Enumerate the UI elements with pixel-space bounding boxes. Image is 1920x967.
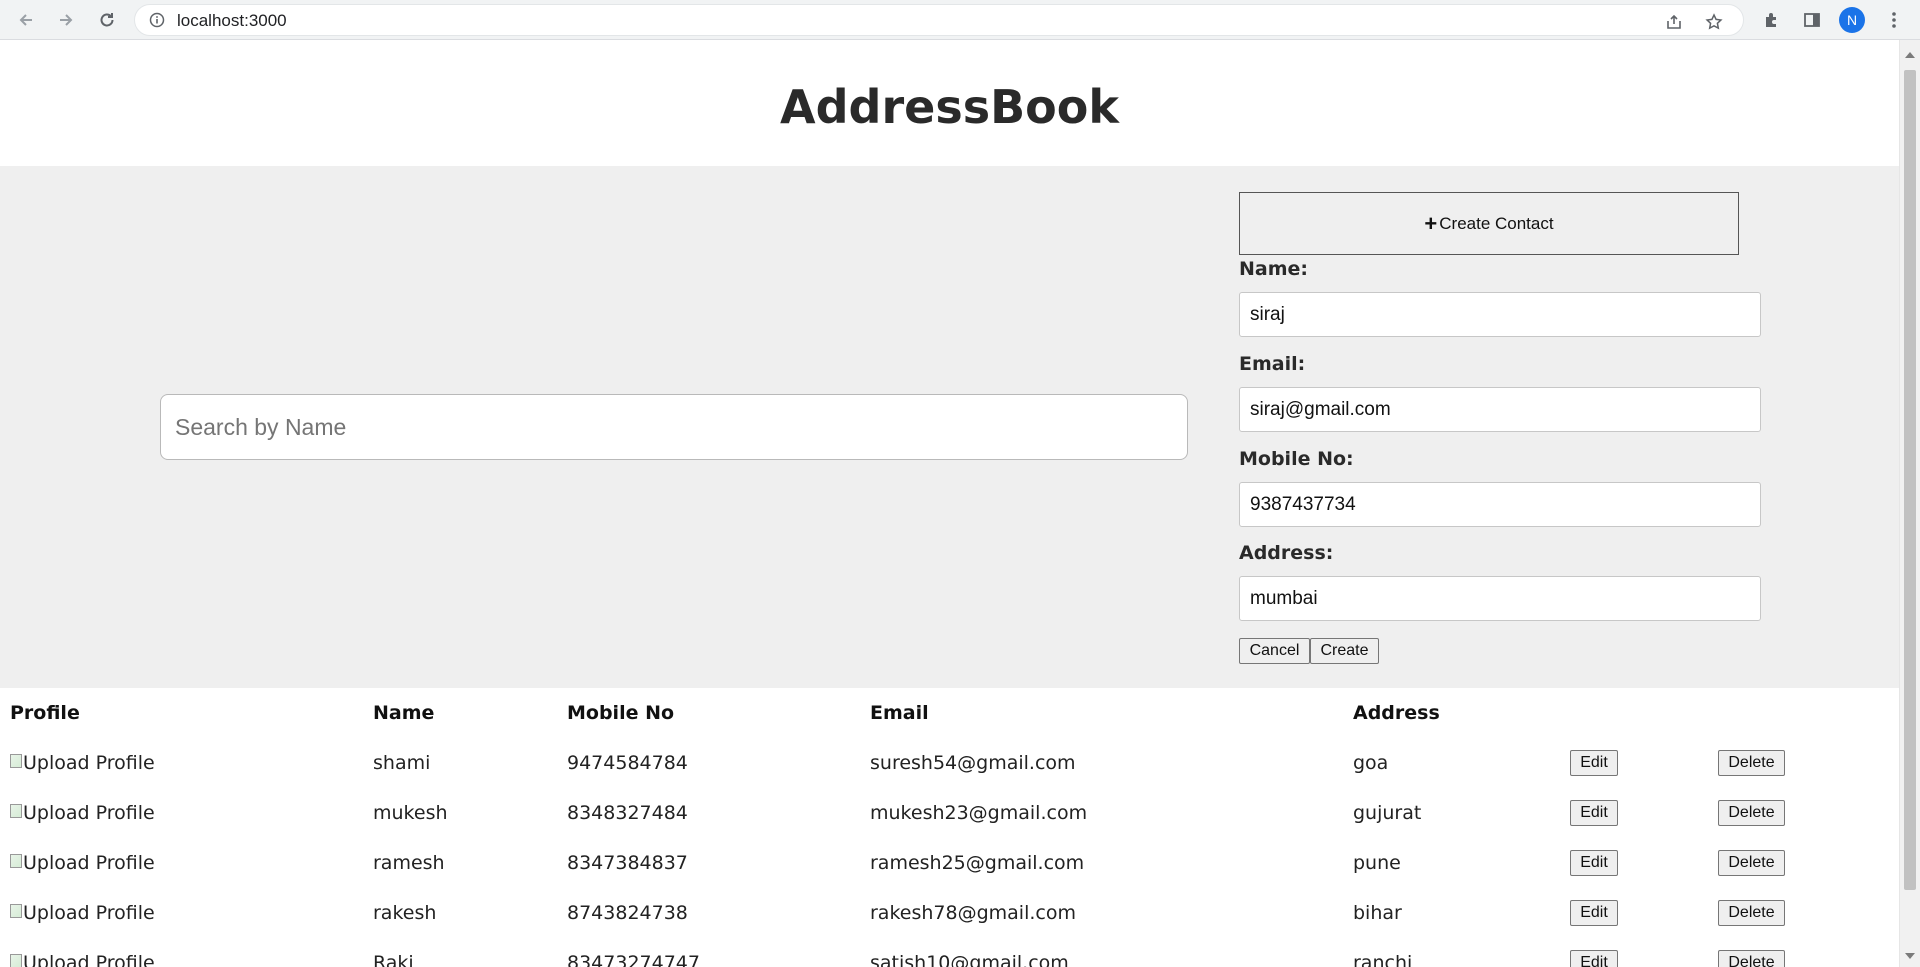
profile-avatar[interactable]: N	[1839, 7, 1865, 33]
edit-button[interactable]: Edit	[1570, 850, 1618, 876]
cell-address: pune	[1353, 852, 1401, 874]
page-title: AddressBook	[780, 80, 1119, 134]
profile-alt-text: Upload Profile	[23, 952, 155, 967]
cell-email: satish10@gmail.com	[870, 952, 1069, 967]
email-label: Email:	[1239, 353, 1306, 375]
header-profile: Profile	[10, 702, 80, 724]
broken-image-icon	[10, 854, 22, 868]
profile-alt-text: Upload Profile	[23, 752, 155, 774]
profile-alt-text: Upload Profile	[23, 802, 155, 824]
cell-email: suresh54@gmail.com	[870, 752, 1076, 774]
cell-mobile: 83473274747	[567, 952, 700, 967]
delete-button[interactable]: Delete	[1718, 900, 1785, 926]
cancel-button[interactable]: Cancel	[1239, 638, 1310, 664]
cell-name: shami	[373, 752, 431, 774]
profile-alt-text: Upload Profile	[23, 902, 155, 924]
cell-name: mukesh	[373, 802, 448, 824]
cell-mobile: 8348327484	[567, 802, 688, 824]
reload-icon[interactable]	[95, 8, 119, 32]
cell-email: rakesh78@gmail.com	[870, 902, 1076, 924]
scroll-thumb[interactable]	[1904, 70, 1916, 890]
url-text: localhost:3000	[177, 11, 287, 30]
mobile-label: Mobile No:	[1239, 448, 1354, 470]
edit-button[interactable]: Edit	[1570, 900, 1618, 926]
cell-mobile: 8347384837	[567, 852, 688, 874]
broken-image-icon	[10, 754, 22, 768]
address-bar[interactable]: localhost:3000	[134, 4, 1744, 36]
cell-email: ramesh25@gmail.com	[870, 852, 1085, 874]
scroll-up-arrow-icon[interactable]	[1905, 52, 1915, 58]
header-address: Address	[1353, 702, 1440, 724]
mobile-field[interactable]	[1239, 482, 1761, 527]
create-contact-button[interactable]: + Create Contact	[1239, 192, 1739, 255]
profile-image[interactable]: Upload Profile	[10, 851, 155, 875]
cell-name: Raki	[373, 952, 414, 967]
cell-email: mukesh23@gmail.com	[870, 802, 1088, 824]
search-input[interactable]	[160, 394, 1188, 460]
create-button[interactable]: Create	[1310, 638, 1379, 664]
profile-image[interactable]: Upload Profile	[10, 801, 155, 825]
extensions-icon[interactable]	[1760, 8, 1784, 32]
broken-image-icon	[10, 904, 22, 918]
broken-image-icon	[10, 954, 22, 967]
page-content: AddressBook + Create Contact Name: Email…	[0, 40, 1899, 967]
table-row: Upload Profile mukesh 8348327484 mukesh2…	[0, 800, 1899, 851]
address-label: Address:	[1239, 542, 1334, 564]
browser-toolbar: localhost:3000 N	[0, 0, 1920, 40]
form-panel: + Create Contact Name: Email: Mobile No:…	[0, 166, 1899, 688]
cell-address: ranchi	[1353, 952, 1413, 967]
star-icon[interactable]	[1705, 13, 1723, 36]
share-icon[interactable]	[1665, 13, 1683, 36]
cell-address: gujurat	[1353, 802, 1422, 824]
address-field[interactable]	[1239, 576, 1761, 621]
header-email: Email	[870, 702, 929, 724]
side-panel-icon[interactable]	[1800, 8, 1824, 32]
header-name: Name	[373, 702, 435, 724]
more-menu-icon[interactable]	[1882, 8, 1906, 32]
cell-address: goa	[1353, 752, 1389, 774]
table-row: Upload Profile shami 9474584784 suresh54…	[0, 750, 1899, 801]
delete-button[interactable]: Delete	[1718, 950, 1785, 967]
create-contact-label: Create Contact	[1439, 213, 1554, 233]
profile-alt-text: Upload Profile	[23, 852, 155, 874]
cell-name: rakesh	[373, 902, 437, 924]
profile-image[interactable]: Upload Profile	[10, 751, 155, 775]
table-row: Upload Profile rakesh 8743824738 rakesh7…	[0, 900, 1899, 951]
edit-button[interactable]: Edit	[1570, 750, 1618, 776]
info-icon[interactable]	[149, 12, 165, 28]
delete-button[interactable]: Delete	[1718, 800, 1785, 826]
back-arrow-icon[interactable]	[14, 8, 38, 32]
email-field[interactable]	[1239, 387, 1761, 432]
header-mobile: Mobile No	[567, 702, 675, 724]
forward-arrow-icon[interactable]	[54, 8, 78, 32]
table-row: Upload Profile ramesh 8347384837 ramesh2…	[0, 850, 1899, 901]
broken-image-icon	[10, 804, 22, 818]
plus-icon: +	[1424, 210, 1438, 236]
delete-button[interactable]: Delete	[1718, 850, 1785, 876]
vertical-scrollbar[interactable]	[1899, 40, 1920, 967]
table-row: Upload Profile Raki 83473274747 satish10…	[0, 950, 1899, 967]
cell-mobile: 8743824738	[567, 902, 688, 924]
scroll-down-arrow-icon[interactable]	[1905, 953, 1915, 959]
name-field[interactable]	[1239, 292, 1761, 337]
cell-mobile: 9474584784	[567, 752, 688, 774]
name-label: Name:	[1239, 258, 1309, 280]
edit-button[interactable]: Edit	[1570, 800, 1618, 826]
profile-image[interactable]: Upload Profile	[10, 901, 155, 925]
cell-address: bihar	[1353, 902, 1402, 924]
profile-image[interactable]: Upload Profile	[10, 951, 155, 967]
edit-button[interactable]: Edit	[1570, 950, 1618, 967]
cell-name: ramesh	[373, 852, 445, 874]
delete-button[interactable]: Delete	[1718, 750, 1785, 776]
